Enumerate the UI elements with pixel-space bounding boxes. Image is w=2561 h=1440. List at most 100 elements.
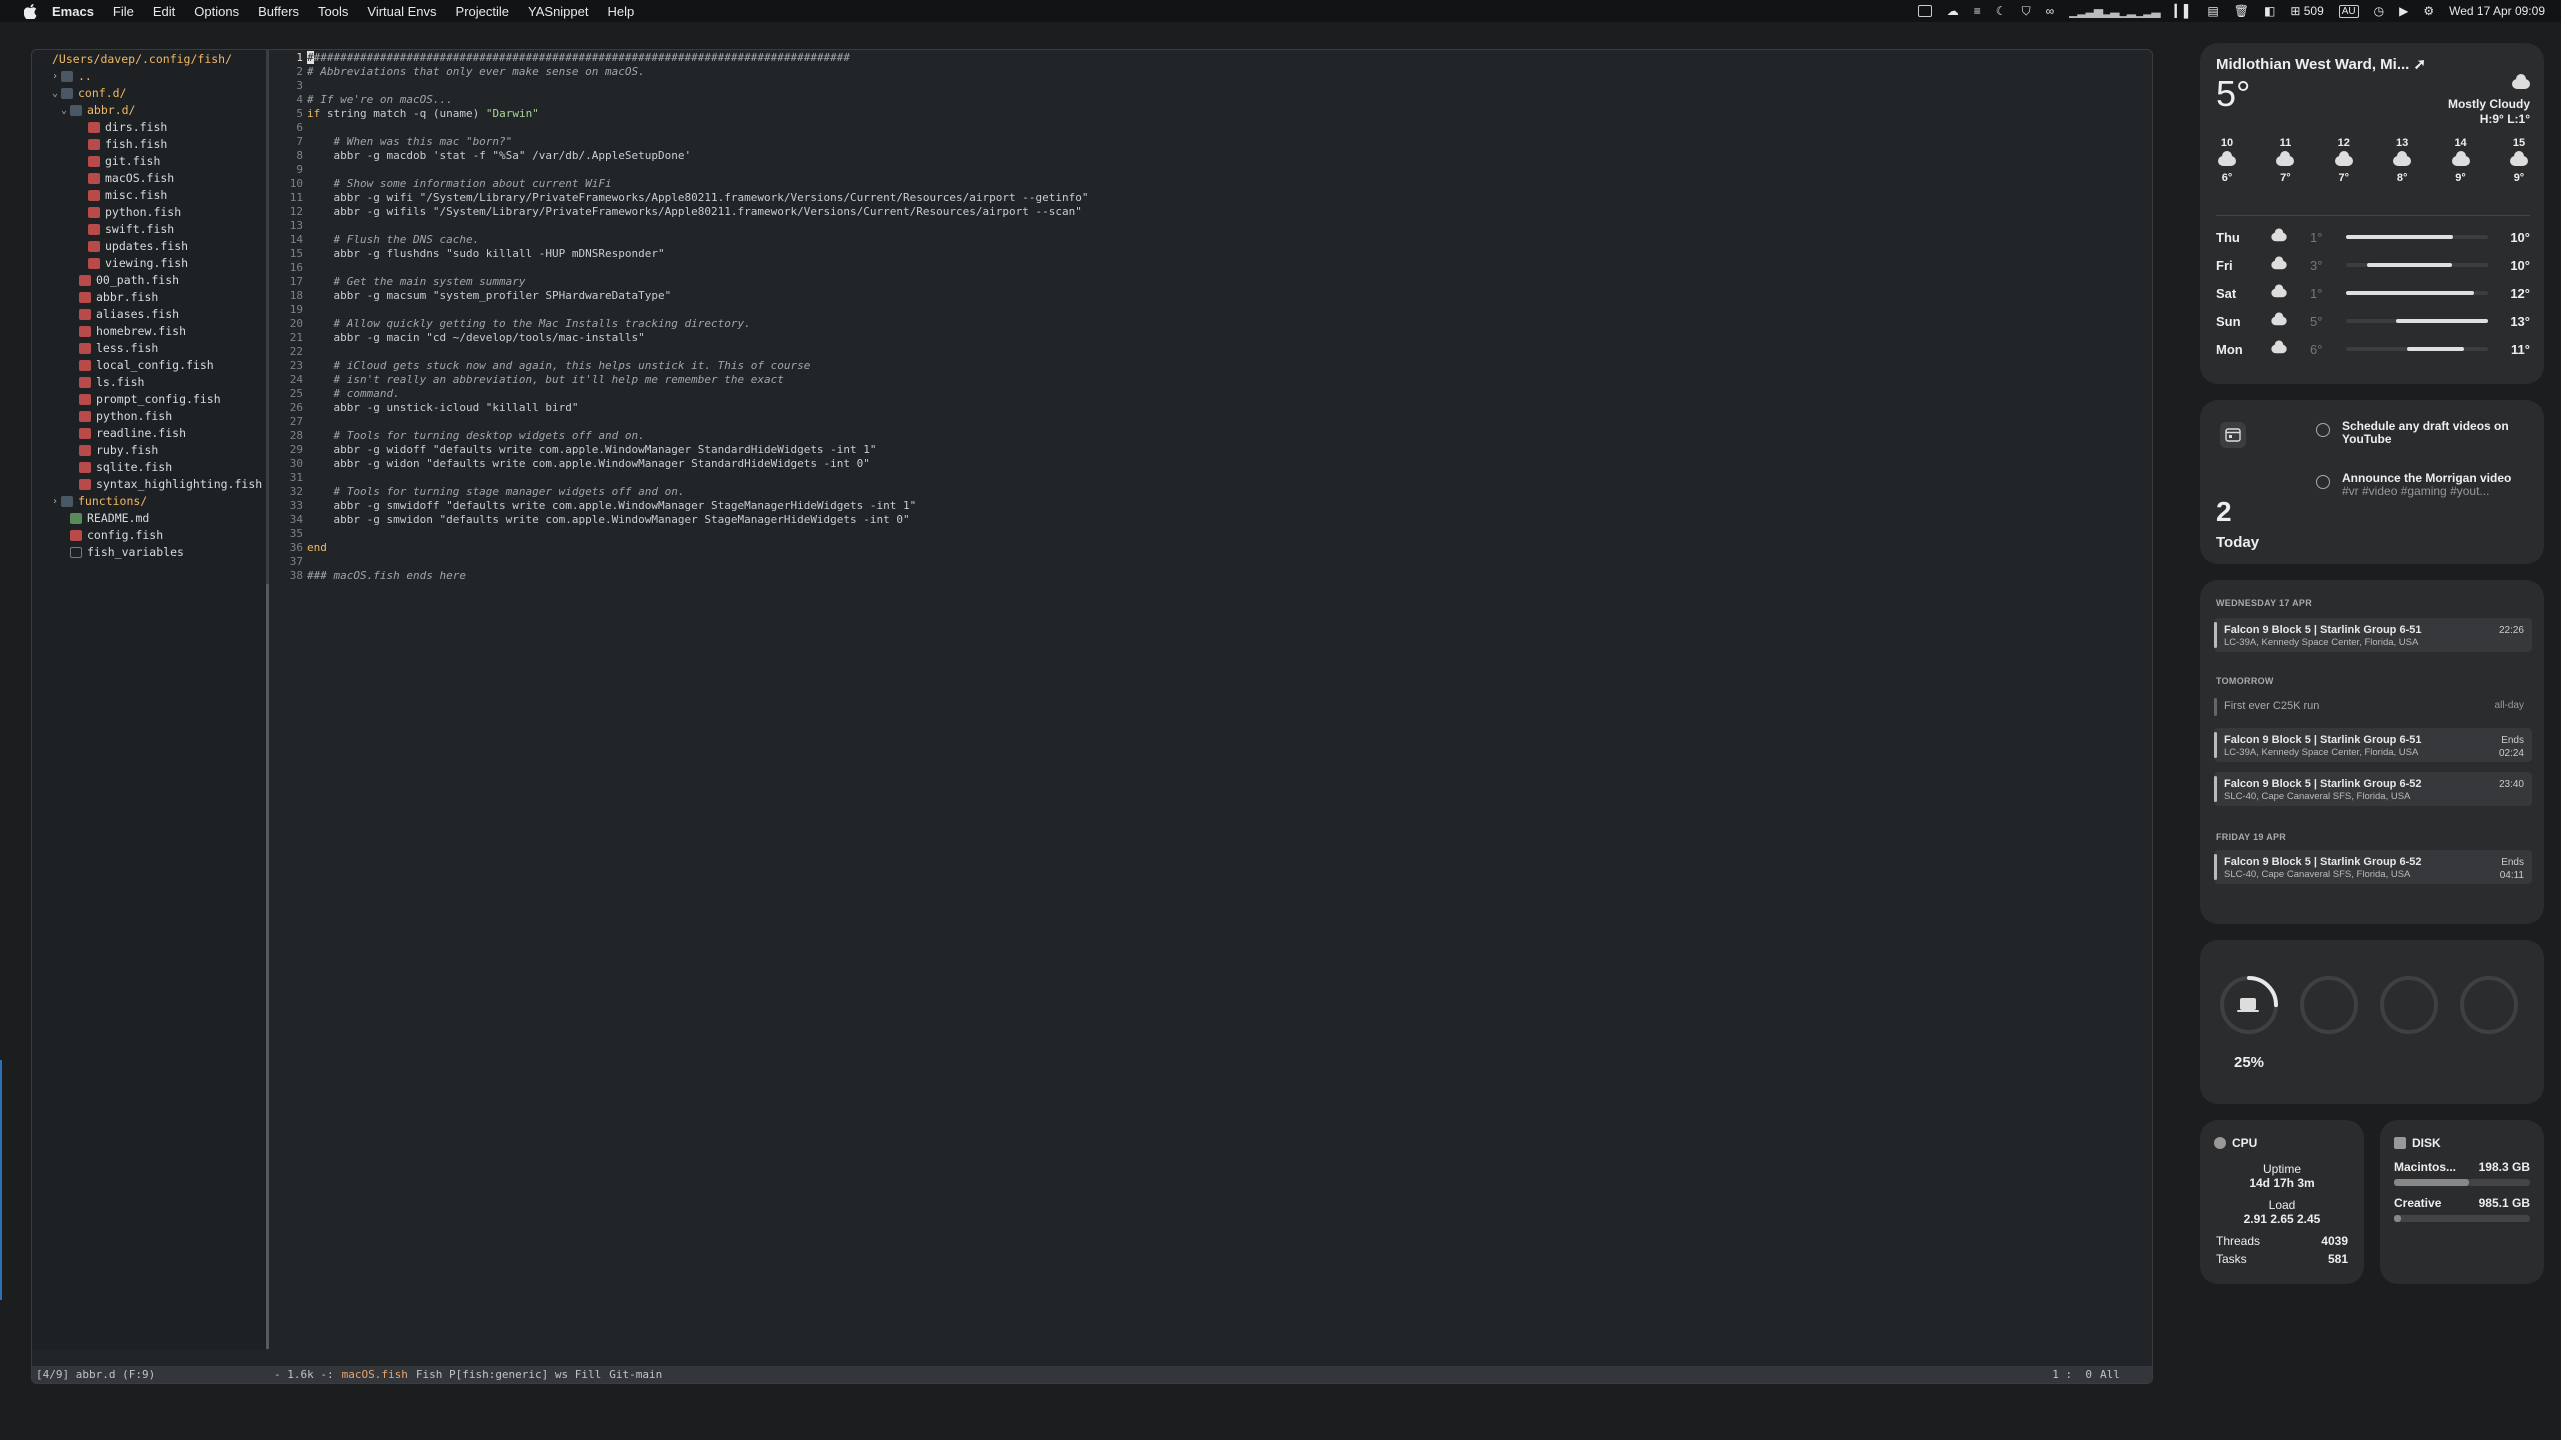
code-line[interactable]: # If we're on macOS... <box>307 93 2137 107</box>
tree-row[interactable]: fish.fish <box>32 136 266 153</box>
code-line[interactable] <box>307 527 2137 541</box>
code-line[interactable] <box>307 121 2137 135</box>
tree-row[interactable]: sqlite.fish <box>32 459 266 476</box>
shield-icon[interactable]: ⛉ <box>2022 4 2031 19</box>
tree-row[interactable]: README.md <box>32 510 266 527</box>
code-line[interactable]: # Tools for turning stage manager widget… <box>307 485 2137 499</box>
code-line[interactable]: ########################################… <box>307 51 2137 65</box>
sidebar-icon[interactable]: ◧ <box>2264 4 2275 18</box>
code-line[interactable]: # When was this mac "born?" <box>307 135 2137 149</box>
menu-projectile[interactable]: Projectile <box>456 4 509 19</box>
keyboard-input-source[interactable]: AU <box>2338 4 2359 18</box>
menu-tools[interactable]: Tools <box>318 4 348 19</box>
tree-row[interactable]: config.fish <box>32 527 266 544</box>
calendar-event[interactable]: Falcon 9 Block 5 | Starlink Group 6-52 S… <box>2214 850 2532 884</box>
calendar-event[interactable]: Falcon 9 Block 5 | Starlink Group 6-51 L… <box>2214 618 2532 652</box>
code-line[interactable]: # Abbreviations that only ever make sens… <box>307 65 2137 79</box>
code-line[interactable]: abbr -g wifils "/System/Library/PrivateF… <box>307 205 2137 219</box>
tree-row[interactable]: syntax_highlighting.fish <box>32 476 266 493</box>
file-tree[interactable]: /Users/davep/.config/fish/›.. ⌄ conf.d/⌄ ab… <box>32 50 266 1350</box>
tree-row[interactable]: python.fish <box>32 204 266 221</box>
reminder-checkbox[interactable] <box>2316 475 2330 489</box>
code-line[interactable]: if string match -q (uname) "Darwin" <box>307 107 2137 121</box>
tree-row[interactable]: swift.fish <box>32 221 266 238</box>
tree-row[interactable]: homebrew.fish <box>32 323 266 340</box>
signal-icon[interactable]: ▎▌ <box>2175 4 2193 18</box>
tree-row[interactable]: abbr.fish <box>32 289 266 306</box>
code-line[interactable]: abbr -g macdob 'stat -f "%Sa" /var/db/.A… <box>307 149 2137 163</box>
play-icon[interactable]: ▶ <box>2399 4 2408 18</box>
code-line[interactable]: abbr -g macin "cd ~/develop/tools/mac-in… <box>307 331 2137 345</box>
tree-row[interactable]: ⌄ abbr.d/ <box>32 102 266 119</box>
menu-buffers[interactable]: Buffers <box>258 4 299 19</box>
tree-row[interactable]: updates.fish <box>32 238 266 255</box>
tree-row[interactable]: python.fish <box>32 408 266 425</box>
buffer-name[interactable]: macOS.fish <box>338 1368 412 1381</box>
tree-row[interactable]: less.fish <box>32 340 266 357</box>
menu-clock[interactable]: Wed 17 Apr 09:09 <box>2449 4 2545 18</box>
tree-row[interactable]: dirs.fish <box>32 119 266 136</box>
code-line[interactable]: end <box>307 541 2137 555</box>
tree-row[interactable]: prompt_config.fish <box>32 391 266 408</box>
code-line[interactable]: # Tools for turning desktop widgets off … <box>307 429 2137 443</box>
code-line[interactable]: ### macOS.fish ends here <box>307 569 2137 583</box>
code-line[interactable] <box>307 303 2137 317</box>
code-line[interactable]: abbr -g unstick-icloud "killall bird" <box>307 401 2137 415</box>
reminders-widget[interactable]: 2 Today Schedule any draft videos on You… <box>2200 400 2544 564</box>
tree-row[interactable]: readline.fish <box>32 425 266 442</box>
tree-scrollbar[interactable] <box>266 584 269 1349</box>
menu-app-name[interactable]: Emacs <box>52 4 94 19</box>
major-mode[interactable]: Fish P[fish:generic] ws Fill <box>412 1368 605 1381</box>
tree-row[interactable]: › functions/ <box>32 493 266 510</box>
code-line[interactable]: # isn't really an abbreviation, but it'l… <box>307 373 2137 387</box>
tree-row[interactable]: /Users/davep/.config/fish/ <box>32 51 266 68</box>
chevron-icon[interactable]: › <box>49 493 61 510</box>
menu-options[interactable]: Options <box>194 4 239 19</box>
calendar-event[interactable]: Falcon 9 Block 5 | Starlink Group 6-52 S… <box>2214 772 2532 806</box>
tree-row[interactable]: macOS.fish <box>32 170 266 187</box>
menu-edit[interactable]: Edit <box>153 4 175 19</box>
calendar-event-allday[interactable]: First ever C25K run all-day <box>2214 696 2532 718</box>
code-line[interactable] <box>307 261 2137 275</box>
code-line[interactable]: abbr -g smwidon "defaults write com.appl… <box>307 513 2137 527</box>
code-line[interactable] <box>307 163 2137 177</box>
weather-widget[interactable]: Midlothian West Ward, Mi... ➚ 5° Mostly … <box>2200 43 2544 384</box>
moon-icon[interactable]: ☾ <box>1996 4 2007 18</box>
notifications-count[interactable]: ⊞ 509 <box>2290 4 2323 18</box>
glasses-icon[interactable]: ∞ <box>2046 4 2055 18</box>
code-line[interactable]: abbr -g flushdns "sudo killall -HUP mDNS… <box>307 247 2137 261</box>
tree-row[interactable]: git.fish <box>32 153 266 170</box>
apple-menu-icon[interactable] <box>22 3 38 19</box>
tree-row[interactable]: 00_path.fish <box>32 272 266 289</box>
calendar-widget[interactable]: WEDNESDAY 17 APR Falcon 9 Block 5 | Star… <box>2200 580 2544 924</box>
disk-widget[interactable]: DISK Macintos... 198.3 GB Creative 985.1 G… <box>2380 1120 2544 1284</box>
code-line[interactable]: # Allow quickly getting to the Mac Insta… <box>307 317 2137 331</box>
status-app-icon[interactable] <box>1917 5 1932 17</box>
chevron-icon[interactable]: ⌄ <box>49 85 61 102</box>
code-line[interactable] <box>307 79 2137 93</box>
menu-file[interactable]: File <box>113 4 134 19</box>
cloud-sync-icon[interactable]: ☁ <box>1947 4 1959 18</box>
memory-icon[interactable]: ▤ <box>2207 4 2218 18</box>
tree-row[interactable]: aliases.fish <box>32 306 266 323</box>
menu-virtual-envs[interactable]: Virtual Envs <box>367 4 436 19</box>
code-line[interactable]: abbr -g wifi "/System/Library/PrivateFra… <box>307 191 2137 205</box>
trash-icon[interactable]: 🗑 <box>2234 4 2249 18</box>
code-line[interactable]: # Show some information about current Wi… <box>307 177 2137 191</box>
tree-row[interactable]: misc.fish <box>32 187 266 204</box>
code-line[interactable] <box>307 415 2137 429</box>
control-center-icon[interactable]: ⚙ <box>2423 4 2434 18</box>
menu-help[interactable]: Help <box>607 4 634 19</box>
tree-row[interactable]: ruby.fish <box>32 442 266 459</box>
tree-row[interactable]: viewing.fish <box>32 255 266 272</box>
tree-row[interactable]: local_config.fish <box>32 357 266 374</box>
menu-yasnippet[interactable]: YASnippet <box>528 4 588 19</box>
reminder-item[interactable]: Schedule any draft videos on YouTube <box>2316 420 2530 446</box>
calendar-event[interactable]: Falcon 9 Block 5 | Starlink Group 6-51 L… <box>2214 728 2532 762</box>
tree-row[interactable]: fish_variables <box>32 544 266 561</box>
code-line[interactable]: abbr -g widon "defaults write com.apple.… <box>307 457 2137 471</box>
tree-row[interactable]: ›.. <box>32 68 266 85</box>
chevron-icon[interactable]: › <box>49 68 61 85</box>
tree-row[interactable]: ⌄ conf.d/ <box>32 85 266 102</box>
code-line[interactable]: abbr -g widoff "defaults write com.apple… <box>307 443 2137 457</box>
